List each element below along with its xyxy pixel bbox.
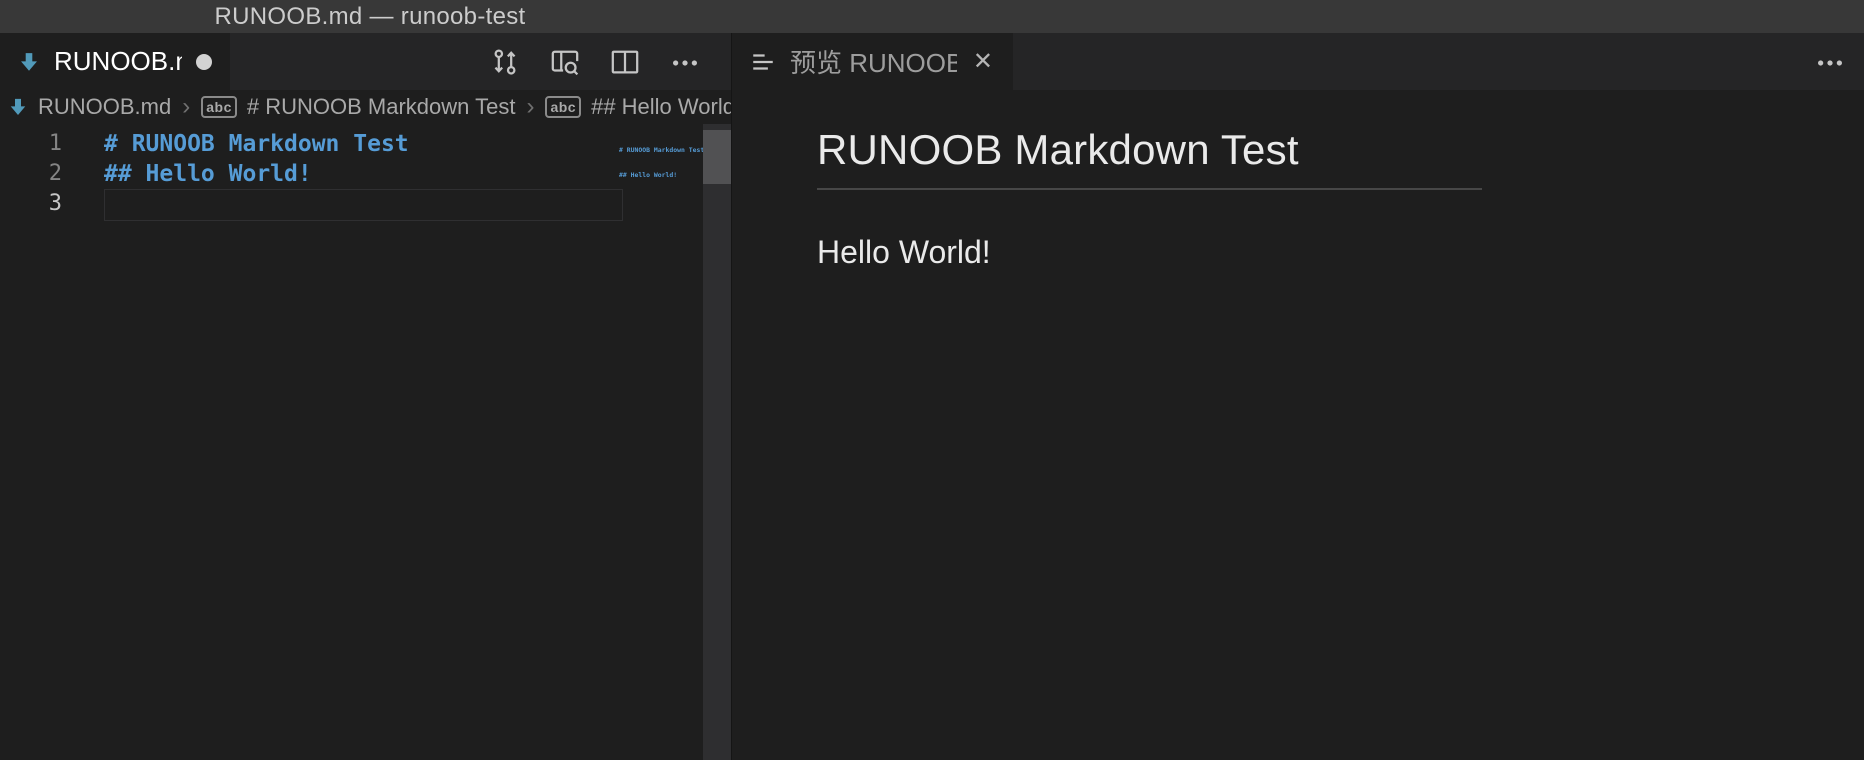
open-changes-icon[interactable] [489,46,521,78]
breadcrumb-heading1[interactable]: # RUNOOB Markdown Test [247,94,516,120]
split-editor-icon[interactable] [609,46,641,78]
preview-outline-icon [750,49,776,75]
markdown-file-icon [18,51,40,73]
tab-runoob-md[interactable]: RUNOOB.md [0,33,230,90]
editor-actions [489,33,731,90]
preview-heading-1: RUNOOB Markdown Test [817,126,1482,190]
open-preview-side-icon[interactable] [549,46,581,78]
markdown-file-icon [8,97,28,117]
tab-label: RUNOOB.md [54,46,182,77]
vertical-scrollbar[interactable] [703,124,731,760]
editor-group-preview: 预览 RUNOOB.md ✕ RUNOOB Markdown Test Hell… [731,33,1864,760]
right-tab-bar: 预览 RUNOOB.md ✕ [732,33,1864,90]
scrollbar-thumb[interactable] [703,130,731,184]
tab-preview-runoob-md[interactable]: 预览 RUNOOB.md ✕ [732,33,1013,90]
tab-label: 预览 RUNOOB.md [790,43,957,80]
line-number: 1 [0,129,62,159]
code-text[interactable]: # RUNOOB Markdown Test [104,129,409,159]
minimap[interactable]: # RUNOOB Markdown Test ## Hello World! [619,129,703,269]
breadcrumb-separator-icon: › [182,93,190,121]
titlebar: RUNOOB.md — runoob-test [0,0,1864,33]
left-tab-bar: RUNOOB.md [0,33,731,90]
breadcrumb-file[interactable]: RUNOOB.md [38,94,171,120]
preview-actions [1814,33,1864,90]
more-actions-icon[interactable] [669,46,701,78]
line-number: 3 [0,189,62,219]
editor-group-source: RUNOOB.md [0,33,731,760]
breadcrumb-heading2[interactable]: ## Hello World! [591,94,731,120]
preview-heading-2: Hello World! [817,234,1804,271]
breadcrumb: RUNOOB.md › abc # RUNOOB Markdown Test ›… [0,90,731,124]
code-text[interactable]: ## Hello World! [104,159,312,189]
more-actions-icon[interactable] [1814,46,1846,78]
minimap-content: # RUNOOB Markdown Test ## Hello World! [619,129,703,196]
markdown-preview-pane[interactable]: RUNOOB Markdown Test Hello World! [732,90,1864,760]
close-tab-icon[interactable]: ✕ [971,48,995,76]
code-editor[interactable]: 1 # RUNOOB Markdown Test 2 ## Hello Worl… [0,124,731,760]
symbol-string-icon: abc [201,96,237,118]
symbol-string-icon: abc [545,96,581,118]
line-number: 2 [0,159,62,189]
breadcrumb-separator-icon: › [526,93,534,121]
editor-area: RUNOOB.md [0,33,1864,760]
window-title: RUNOOB.md — runoob-test [0,0,740,33]
modified-indicator-dot[interactable] [196,54,212,70]
vscode-window: RUNOOB.md — runoob-test RUNOOB.md [0,0,1864,760]
